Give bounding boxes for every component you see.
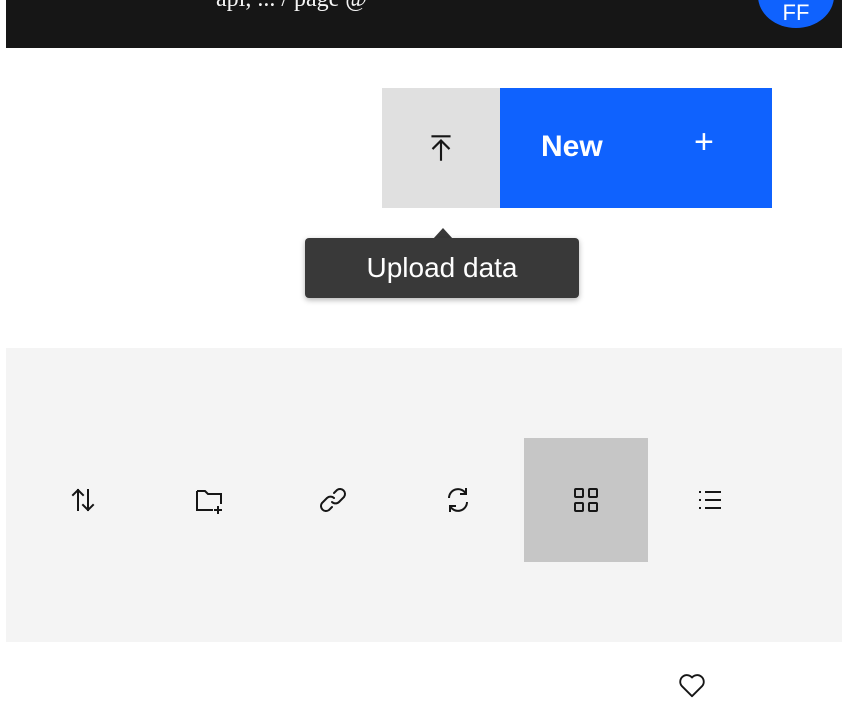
refresh-icon [442,484,474,516]
user-avatar[interactable]: FF [758,0,834,28]
upload-data-button[interactable] [382,88,500,208]
avatar-initials: FF [782,0,810,25]
grid-view-icon [571,485,601,515]
link-button[interactable] [271,438,395,562]
new-button[interactable]: New + [500,88,772,208]
list-view-button[interactable] [648,438,772,562]
view-toolbar [6,348,842,642]
sort-button[interactable] [21,438,145,562]
heart-icon [677,671,707,699]
plus-icon: + [694,123,714,161]
new-folder-button[interactable] [148,438,272,562]
link-icon [317,484,349,516]
top-navigation-bar: api, ... / page @ FF [6,0,842,48]
new-folder-icon [193,484,227,516]
grid-view-button[interactable] [524,438,648,562]
new-button-label: New [541,130,603,163]
list-view-icon [694,484,726,516]
upload-data-tooltip: Upload data [305,238,579,298]
favorite-button[interactable] [672,665,712,705]
tooltip-text: Upload data [366,252,518,283]
asset-card[interactable] [6,642,752,728]
upload-icon [424,131,458,165]
refresh-button[interactable] [396,438,520,562]
sort-icon [67,484,99,516]
header-text: api, ... / page @ [216,0,367,13]
